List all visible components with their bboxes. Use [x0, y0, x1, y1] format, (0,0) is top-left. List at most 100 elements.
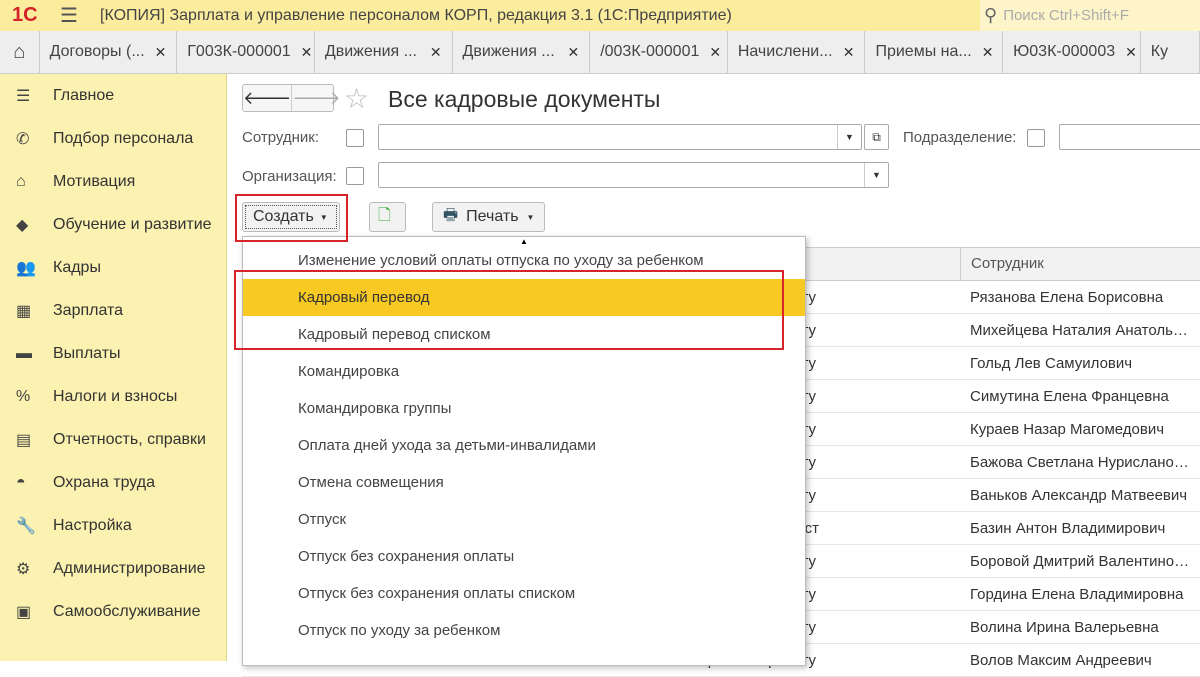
create-copy-button[interactable]: 🗋	[369, 202, 406, 232]
employee-field[interactable]: ▼	[378, 124, 862, 150]
close-icon[interactable]: ✕	[699, 44, 721, 61]
tab[interactable]: Движения ... ✕	[315, 31, 453, 73]
employee-cell: Михейцева Наталия Анатольевна	[970, 321, 1190, 339]
tab[interactable]: Начислени... ✕	[728, 31, 866, 73]
sidebar-item-label: Обучение и развитие	[53, 215, 212, 233]
organization-field[interactable]: ▼	[378, 162, 889, 188]
reports-icon: ▤	[16, 431, 32, 449]
sidebar-item[interactable]: 🔧 Настройка	[0, 504, 226, 547]
sidebar-item[interactable]: ⌂ Мотивация	[0, 160, 226, 203]
close-icon[interactable]: ✕	[1115, 44, 1137, 61]
menu-item[interactable]: Отпуск без сохранения оплаты	[243, 538, 805, 575]
scroll-up-icon[interactable]: ▲	[520, 237, 528, 246]
sidebar-item-label: Подбор персонала	[53, 129, 194, 147]
close-icon[interactable]: ✕	[145, 44, 167, 61]
title-bar: 1С ☰ [КОПИЯ] Зарплата и управление персо…	[0, 0, 1200, 31]
menu-item[interactable]: Командировка	[243, 353, 805, 390]
menu-item[interactable]: Командировка группы	[243, 390, 805, 427]
sidebar-item-label: Настройка	[53, 516, 132, 534]
sidebar-item-label: Налоги и взносы	[53, 387, 178, 405]
hamburger-menu-icon[interactable]: ☰	[60, 3, 100, 28]
id-card-icon: ▣	[16, 603, 32, 621]
forward-button[interactable]: 🡒	[291, 85, 341, 111]
favorite-star-icon[interactable]: ☆	[344, 82, 369, 115]
tab[interactable]: Г003К-000001 ✕	[177, 31, 315, 73]
menu-item[interactable]: Оплата дней ухода за детьми-инвалидами	[243, 427, 805, 464]
column-employee[interactable]: Сотрудник	[960, 248, 1190, 280]
tab-label: Г003К-000001	[187, 43, 291, 60]
employee-cell: Гордина Елена Владимировна	[970, 585, 1184, 603]
tab[interactable]: /003К-000001 ✕	[590, 31, 728, 73]
sidebar-item-label: Охрана труда	[53, 473, 155, 491]
open-button[interactable]: ⧉	[864, 124, 889, 150]
close-icon[interactable]: ✕	[833, 44, 855, 61]
print-label: Печать	[466, 208, 519, 225]
window-title: [КОПИЯ] Зарплата и управление персоналом…	[100, 6, 732, 24]
sidebar-item-label: Кадры	[53, 258, 101, 276]
close-icon[interactable]: ✕	[420, 44, 442, 61]
sidebar: ☰ Главное ✆ Подбор персонала ⌂ Мотивация ◆ Обуч…	[0, 74, 227, 661]
tab[interactable]: Договоры (... ✕	[40, 31, 178, 73]
sidebar-item[interactable]: ◓ Охрана труда	[0, 461, 226, 504]
gift-icon: ⌂	[16, 172, 26, 190]
sidebar-item[interactable]: ⚙ Администрирование	[0, 547, 226, 590]
department-checkbox[interactable]	[1027, 129, 1045, 147]
employee-cell: Волов Максим Андреевич	[970, 651, 1152, 669]
sidebar-item[interactable]: 👥 Кадры	[0, 246, 226, 289]
sidebar-item-label: Отчетность, справки	[53, 430, 206, 448]
close-icon[interactable]: ✕	[557, 44, 579, 61]
close-icon[interactable]: ✕	[972, 44, 994, 61]
helmet-icon: ◓	[16, 473, 26, 491]
sidebar-item[interactable]: ▣ Самообслуживание	[0, 590, 226, 633]
sidebar-item-label: Самообслуживание	[53, 602, 201, 620]
tab[interactable]: Движения ... ✕	[453, 31, 591, 73]
tab-label: Ю03К-000003	[1013, 43, 1116, 60]
employee-label: Сотрудник:	[242, 129, 320, 146]
people-icon: 👥	[16, 259, 36, 277]
tab-label: Движения ...	[324, 43, 417, 60]
print-button[interactable]: 🖶 Печать ▼	[432, 202, 545, 232]
menu-item[interactable]: Отпуск без сохранения оплаты списком	[243, 575, 805, 612]
menu-item[interactable]: Отпуск по уходу за ребенком	[243, 612, 805, 649]
sidebar-item[interactable]: ▤ Отчетность, справки	[0, 418, 226, 461]
organization-label: Организация:	[242, 168, 337, 185]
menu-icon: ☰	[16, 87, 31, 105]
chevron-down-icon[interactable]: ▼	[837, 125, 861, 149]
percent-icon: %	[16, 387, 31, 405]
employee-cell: Боровой Дмитрий Валентинович	[970, 552, 1190, 570]
search-placeholder: Поиск Ctrl+Shift+F	[1003, 7, 1129, 24]
sidebar-item[interactable]: ▬ Выплаты	[0, 332, 226, 375]
tab[interactable]: Ю03К-000003 ✕	[1003, 31, 1141, 73]
wallet-icon: ▬	[16, 344, 32, 362]
employee-checkbox[interactable]	[346, 129, 364, 147]
back-button[interactable]: 🡐	[243, 85, 291, 111]
sidebar-item[interactable]: ◆ Обучение и развитие	[0, 203, 226, 246]
sidebar-item-label: Зарплата	[53, 301, 124, 319]
employee-cell: Ваньков Александр Матвеевич	[970, 486, 1188, 504]
sidebar-item-label: Выплаты	[53, 344, 121, 362]
sidebar-item[interactable]: ☰ Главное	[0, 74, 226, 117]
search-input[interactable]: ⚲ Поиск Ctrl+Shift+F	[980, 0, 1200, 31]
menu-item[interactable]: Отмена совмещения	[243, 464, 805, 501]
graduation-cap-icon: ◆	[16, 216, 29, 234]
annotation-box-transfer	[234, 270, 784, 350]
1c-logo: 1С	[12, 4, 38, 26]
close-icon[interactable]: ✕	[291, 44, 313, 61]
department-field[interactable]	[1059, 124, 1200, 150]
employee-cell: Гольд Лев Самуилович	[970, 354, 1133, 372]
menu-item[interactable]: Отпуск	[243, 501, 805, 538]
sidebar-item[interactable]: ✆ Подбор персонала	[0, 117, 226, 160]
sidebar-item[interactable]: % Налоги и взносы	[0, 375, 226, 418]
search-icon: ⚲	[984, 5, 998, 25]
tab[interactable]: Приемы на... ✕	[865, 31, 1004, 73]
tab[interactable]: Ку	[1141, 31, 1200, 73]
dropdown-arrow-icon: ▼	[526, 212, 535, 222]
chevron-down-icon[interactable]: ▼	[864, 163, 888, 187]
tab-label: Начислени...	[737, 43, 833, 60]
employee-cell: Рязанова Елена Борисовна	[970, 288, 1164, 306]
home-tab[interactable]: ⌂	[0, 31, 40, 73]
tab-bar: ⌂ Договоры (... ✕ Г003К-000001 ✕ Движения ..…	[0, 31, 1200, 74]
sidebar-item[interactable]: ▦ Зарплата	[0, 289, 226, 332]
organization-checkbox[interactable]	[346, 167, 364, 185]
gear-icon: ⚙	[16, 560, 31, 578]
